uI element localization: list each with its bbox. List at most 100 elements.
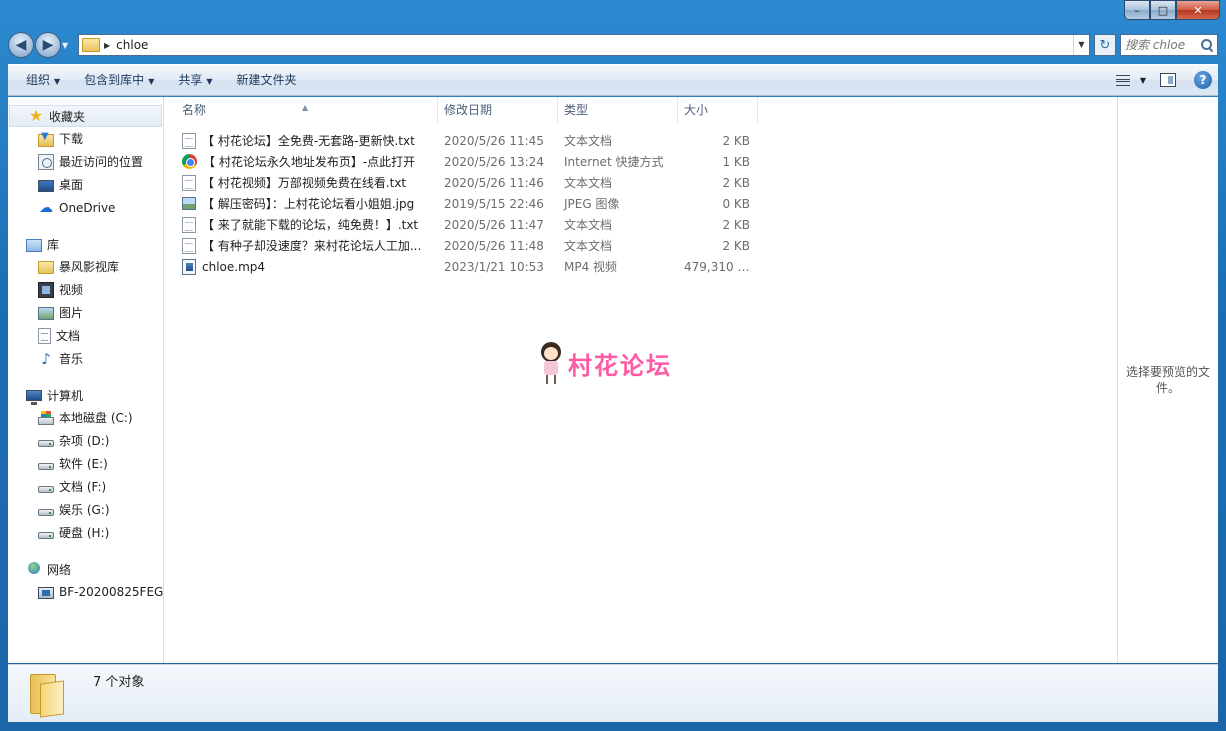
file-row[interactable]: 【 村花论坛永久地址发布页】-点此打开 2020/5/26 13:24 Inte… — [164, 151, 1117, 172]
library-icon — [26, 238, 42, 252]
sidebar-item-music[interactable]: ♪ 音乐 — [8, 347, 163, 370]
search-box[interactable] — [1120, 34, 1218, 56]
video-library-icon — [38, 281, 54, 298]
file-name: 【 村花论坛】全免费-无套路-更新快.txt — [202, 134, 415, 148]
sidebar-item-label: 收藏夹 — [49, 109, 86, 124]
file-name: 【 村花视频】万部视频免费在线看.txt — [202, 176, 407, 190]
sidebar-item-label: 最近访问的位置 — [59, 155, 144, 169]
sidebar-item-desktop[interactable]: 桌面 — [8, 173, 163, 196]
help-icon[interactable]: ? — [1194, 71, 1212, 89]
file-rows: 【 村花论坛】全免费-无套路-更新快.txt 2020/5/26 11:45 文… — [164, 123, 1117, 277]
details-view-icon — [1115, 74, 1132, 86]
forward-button[interactable]: ▶ — [35, 32, 61, 58]
file-type: 文本文档 — [564, 176, 613, 190]
network-computer-icon — [38, 586, 54, 599]
file-row[interactable]: chloe.mp4 2023/1/21 10:53 MP4 视频 479,310… — [164, 256, 1117, 277]
file-size: 2 KB — [722, 133, 750, 148]
watermark-text: 村花论坛 — [568, 351, 672, 380]
file-size: 2 KB — [722, 175, 750, 190]
back-button[interactable]: ◀ — [8, 32, 34, 58]
sidebar-item-libraries[interactable]: 库 — [8, 233, 163, 255]
hard-drive-icon — [38, 532, 54, 539]
computer-group: 计算机 本地磁盘 (C:) 杂项 (D:) 软件 (E:) 文档 (F:) 娱乐… — [8, 384, 163, 544]
file-date: 2020/5/26 11:46 — [444, 175, 544, 190]
search-icon[interactable] — [1201, 39, 1213, 51]
sidebar-item-drive-c[interactable]: 本地磁盘 (C:) — [8, 406, 163, 429]
item-count: 7 个对象 — [93, 675, 145, 690]
sidebar-item-recent-places[interactable]: 最近访问的位置 — [8, 150, 163, 173]
onedrive-cloud-icon: ☁ — [39, 199, 53, 216]
documents-library-icon — [38, 327, 51, 344]
sidebar-item-downloads[interactable]: 下载 — [8, 127, 163, 150]
file-date: 2020/5/26 11:45 — [444, 133, 544, 148]
file-row[interactable]: 【 村花论坛】全免费-无套路-更新快.txt 2020/5/26 11:45 文… — [164, 130, 1117, 151]
address-bar[interactable]: ▶ chloe ▼ — [78, 34, 1090, 56]
file-row[interactable]: 【 解压密码】：上村花论坛看小姐姐.jpg 2019/5/15 22:46 JP… — [164, 193, 1117, 214]
sidebar-item-label: 文档 (F:) — [59, 480, 107, 494]
network-icon — [26, 561, 42, 577]
sidebar-item-label: 桌面 — [59, 178, 84, 192]
sidebar-item-label: 图片 — [59, 306, 84, 320]
sidebar-item-drive-e[interactable]: 软件 (E:) — [8, 452, 163, 475]
sidebar-item-drive-f[interactable]: 文档 (F:) — [8, 475, 163, 498]
column-header-date[interactable]: 修改日期 — [438, 97, 558, 123]
folder-icon — [28, 670, 60, 714]
new-folder-button[interactable]: 新建文件夹 — [227, 69, 307, 91]
sidebar-item-computer[interactable]: 计算机 — [8, 384, 163, 406]
sidebar-item-onedrive[interactable]: ☁ OneDrive — [8, 196, 163, 219]
sidebar-item-drive-d[interactable]: 杂项 (D:) — [8, 429, 163, 452]
sidebar-item-drive-h[interactable]: 硬盘 (H:) — [8, 521, 163, 544]
maximize-button[interactable]: □ — [1150, 0, 1176, 20]
text-file-icon — [182, 174, 196, 191]
text-file-icon — [182, 237, 196, 254]
share-menu[interactable]: 共享 ▼ — [168, 69, 222, 91]
sidebar-item-pictures[interactable]: 图片 — [8, 301, 163, 324]
file-type: 文本文档 — [564, 218, 613, 232]
sidebar-item-label: BF-20200825FEGY — [59, 584, 164, 599]
computer-icon — [26, 390, 42, 405]
video-file-icon — [182, 258, 196, 275]
refresh-button[interactable]: ↻ — [1094, 34, 1116, 56]
navigation-pane[interactable]: ★ 收藏夹 下载 最近访问的位置 桌面 ☁ OneDrive 库 暴风影视库 视频… — [8, 97, 164, 663]
column-header-name[interactable]: 名称 ▲ — [164, 97, 438, 123]
organize-menu[interactable]: 组织 ▼ — [16, 69, 70, 91]
desktop-icon — [38, 179, 54, 192]
file-row[interactable]: 【 有种子却没速度？来村花论坛人工加... 2020/5/26 11:48 文本… — [164, 235, 1117, 256]
sidebar-item-label: 杂项 (D:) — [59, 434, 110, 448]
file-name: chloe.mp4 — [202, 259, 266, 274]
close-button[interactable]: ✕ — [1176, 0, 1220, 20]
file-list-pane[interactable]: 名称 ▲ 修改日期 类型 大小 【 村花论坛】全免费-无套路-更新快.txt 20… — [164, 97, 1118, 663]
sort-ascending-icon: ▲ — [302, 103, 309, 112]
explorer-window: – □ ✕ ◀ ▶ ▼ ▶ chloe ▼ ↻ 组织▼ 包含到库中▼ 共享▼ 新… — [0, 0, 1226, 731]
sidebar-item-network-pc[interactable]: BF-20200825FEGY — [8, 580, 163, 603]
sidebar-item-baofeng-library[interactable]: 暴风影视库 — [8, 255, 163, 278]
include-in-library-menu[interactable]: 包含到库中 ▼ — [74, 69, 164, 91]
minimize-button[interactable]: – — [1124, 0, 1150, 20]
file-date: 2023/1/21 10:53 — [444, 259, 544, 274]
preview-pane-icon[interactable] — [1160, 73, 1176, 87]
file-row[interactable]: 【 来了就能下载的论坛，纯免费！】.txt 2020/5/26 11:47 文本… — [164, 214, 1117, 235]
sidebar-item-network[interactable]: 网络 — [8, 558, 163, 580]
file-name: 【 有种子却没速度？来村花论坛人工加... — [202, 239, 422, 253]
sidebar-item-label: 娱乐 (G:) — [59, 503, 110, 517]
file-size: 2 KB — [722, 217, 750, 232]
sidebar-item-documents[interactable]: 文档 — [8, 324, 163, 347]
change-view-button[interactable]: ▼ — [1115, 74, 1146, 86]
pictures-library-icon — [38, 307, 54, 320]
column-header-type[interactable]: 类型 — [558, 97, 678, 123]
internet-shortcut-icon — [182, 154, 197, 169]
search-input[interactable] — [1125, 38, 1201, 52]
breadcrumb-arrow-icon[interactable]: ▶ — [104, 41, 110, 50]
file-name: 【 来了就能下载的论坛，纯免费！】.txt — [202, 218, 419, 232]
file-row[interactable]: 【 村花视频】万部视频免费在线看.txt 2020/5/26 11:46 文本文… — [164, 172, 1117, 193]
address-dropdown-icon[interactable]: ▼ — [1073, 35, 1089, 55]
sidebar-item-drive-g[interactable]: 娱乐 (G:) — [8, 498, 163, 521]
sidebar-item-favorites[interactable]: ★ 收藏夹 — [9, 105, 162, 127]
sidebar-item-label: 库 — [47, 237, 60, 252]
sidebar-item-videos[interactable]: 视频 — [8, 278, 163, 301]
breadcrumb-current[interactable]: chloe — [116, 38, 1073, 52]
column-header-size[interactable]: 大小 — [678, 97, 758, 123]
music-note-icon: ♪ — [41, 349, 51, 368]
sidebar-item-label: 音乐 — [59, 352, 84, 366]
recent-pages-dropdown[interactable]: ▼ — [62, 41, 74, 50]
